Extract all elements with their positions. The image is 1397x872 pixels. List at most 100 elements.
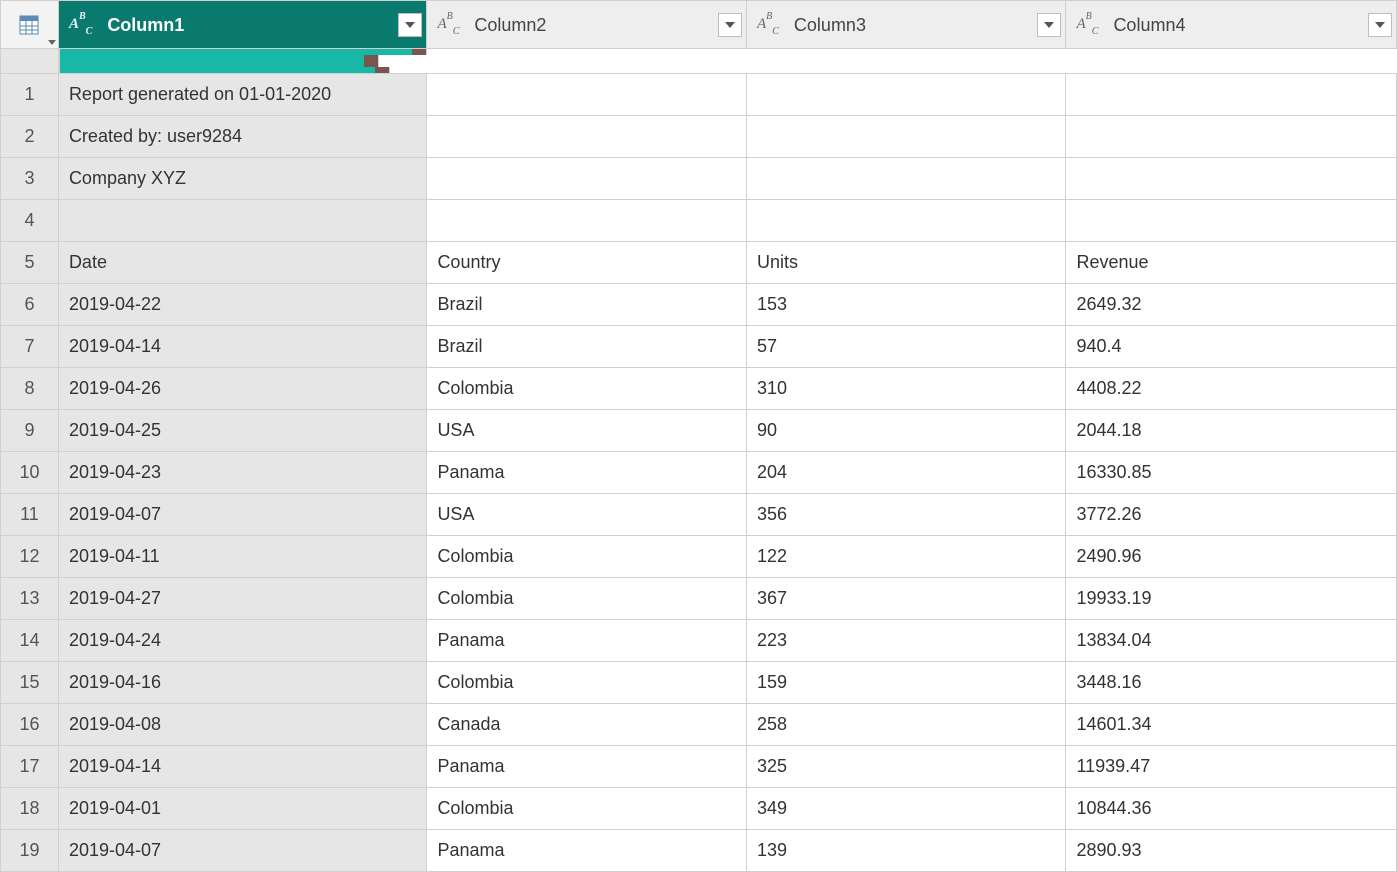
cell[interactable]: 2019-04-16 [58,662,427,704]
cell[interactable] [746,74,1066,116]
cell[interactable]: 2044.18 [1066,410,1397,452]
cell[interactable] [746,200,1066,242]
filter-button[interactable] [1037,13,1061,37]
cell[interactable]: 2019-04-08 [58,704,427,746]
row-number[interactable]: 7 [1,326,59,368]
cell[interactable]: 2019-04-11 [58,536,427,578]
cell[interactable]: Date [58,242,427,284]
table-row[interactable]: 192019-04-07Panama1392890.93 [1,830,1397,872]
cell[interactable]: 90 [746,410,1066,452]
cell[interactable]: 2649.32 [1066,284,1397,326]
cell[interactable]: 2490.96 [1066,536,1397,578]
table-row[interactable]: 3Company XYZ [1,158,1397,200]
cell[interactable]: 2019-04-14 [58,326,427,368]
cell[interactable]: USA [427,494,747,536]
row-number[interactable]: 14 [1,620,59,662]
cell[interactable]: Country [427,242,747,284]
cell[interactable]: 940.4 [1066,326,1397,368]
row-number[interactable]: 19 [1,830,59,872]
cell[interactable]: Report generated on 01-01-2020 [58,74,427,116]
cell[interactable]: 2019-04-14 [58,746,427,788]
row-number[interactable]: 12 [1,536,59,578]
cell[interactable] [427,200,747,242]
row-number[interactable]: 10 [1,452,59,494]
cell[interactable]: Colombia [427,788,747,830]
cell[interactable]: 2019-04-26 [58,368,427,410]
cell[interactable]: Colombia [427,368,747,410]
cell[interactable]: Colombia [427,662,747,704]
cell[interactable]: 367 [746,578,1066,620]
row-number[interactable]: 13 [1,578,59,620]
row-number[interactable]: 5 [1,242,59,284]
table-row[interactable]: 122019-04-11Colombia1222490.96 [1,536,1397,578]
cell[interactable]: 2019-04-22 [58,284,427,326]
cell[interactable]: 3448.16 [1066,662,1397,704]
cell[interactable]: 11939.47 [1066,746,1397,788]
cell[interactable]: 3772.26 [1066,494,1397,536]
cell[interactable]: 19933.19 [1066,578,1397,620]
cell[interactable]: 2019-04-23 [58,452,427,494]
cell[interactable]: 10844.36 [1066,788,1397,830]
cell[interactable] [1066,200,1397,242]
cell[interactable]: 325 [746,746,1066,788]
row-number[interactable]: 4 [1,200,59,242]
table-row[interactable]: 102019-04-23Panama20416330.85 [1,452,1397,494]
row-number[interactable]: 15 [1,662,59,704]
row-number[interactable]: 18 [1,788,59,830]
table-row[interactable]: 1Report generated on 01-01-2020 [1,74,1397,116]
cell[interactable] [746,158,1066,200]
column-header-column2[interactable]: ABC Column2 [427,1,747,49]
cell[interactable]: 2019-04-01 [58,788,427,830]
cell[interactable]: Panama [427,746,747,788]
cell[interactable]: Brazil [427,326,747,368]
row-number[interactable]: 9 [1,410,59,452]
cell[interactable]: 258 [746,704,1066,746]
row-number[interactable]: 3 [1,158,59,200]
cell[interactable] [1066,74,1397,116]
table-row[interactable]: 162019-04-08Canada25814601.34 [1,704,1397,746]
table-row[interactable]: 2Created by: user9284 [1,116,1397,158]
row-number[interactable]: 2 [1,116,59,158]
table-row[interactable]: 92019-04-25USA902044.18 [1,410,1397,452]
filter-button[interactable] [398,13,422,37]
cell[interactable]: Brazil [427,284,747,326]
column-header-column1[interactable]: ABC Column1 [58,1,427,49]
cell[interactable] [1066,116,1397,158]
cell[interactable]: 13834.04 [1066,620,1397,662]
cell[interactable]: Panama [427,452,747,494]
cell[interactable]: 4408.22 [1066,368,1397,410]
cell[interactable]: 2019-04-07 [58,494,427,536]
row-number[interactable]: 8 [1,368,59,410]
row-number[interactable]: 16 [1,704,59,746]
table-row[interactable]: 182019-04-01Colombia34910844.36 [1,788,1397,830]
cell[interactable] [1066,158,1397,200]
table-row[interactable]: 152019-04-16Colombia1593448.16 [1,662,1397,704]
cell[interactable]: 2890.93 [1066,830,1397,872]
cell[interactable]: 223 [746,620,1066,662]
cell[interactable]: 310 [746,368,1066,410]
cell[interactable]: 2019-04-24 [58,620,427,662]
table-row[interactable]: 132019-04-27Colombia36719933.19 [1,578,1397,620]
cell[interactable]: USA [427,410,747,452]
cell[interactable]: 122 [746,536,1066,578]
cell[interactable]: 139 [746,830,1066,872]
row-number[interactable]: 6 [1,284,59,326]
cell[interactable]: 349 [746,788,1066,830]
table-row[interactable]: 4 [1,200,1397,242]
cell[interactable]: 14601.34 [1066,704,1397,746]
table-row[interactable]: 82019-04-26Colombia3104408.22 [1,368,1397,410]
cell[interactable] [427,158,747,200]
column-header-column4[interactable]: ABC Column4 [1066,1,1397,49]
select-all-corner[interactable] [1,1,59,49]
filter-button[interactable] [1368,13,1392,37]
cell[interactable]: 153 [746,284,1066,326]
table-row[interactable]: 112019-04-07USA3563772.26 [1,494,1397,536]
row-number[interactable]: 17 [1,746,59,788]
cell[interactable] [427,74,747,116]
cell[interactable]: Colombia [427,536,747,578]
row-number[interactable]: 11 [1,494,59,536]
cell[interactable]: 2019-04-27 [58,578,427,620]
table-row[interactable]: 72019-04-14Brazil57940.4 [1,326,1397,368]
filter-button[interactable] [718,13,742,37]
cell[interactable] [427,116,747,158]
